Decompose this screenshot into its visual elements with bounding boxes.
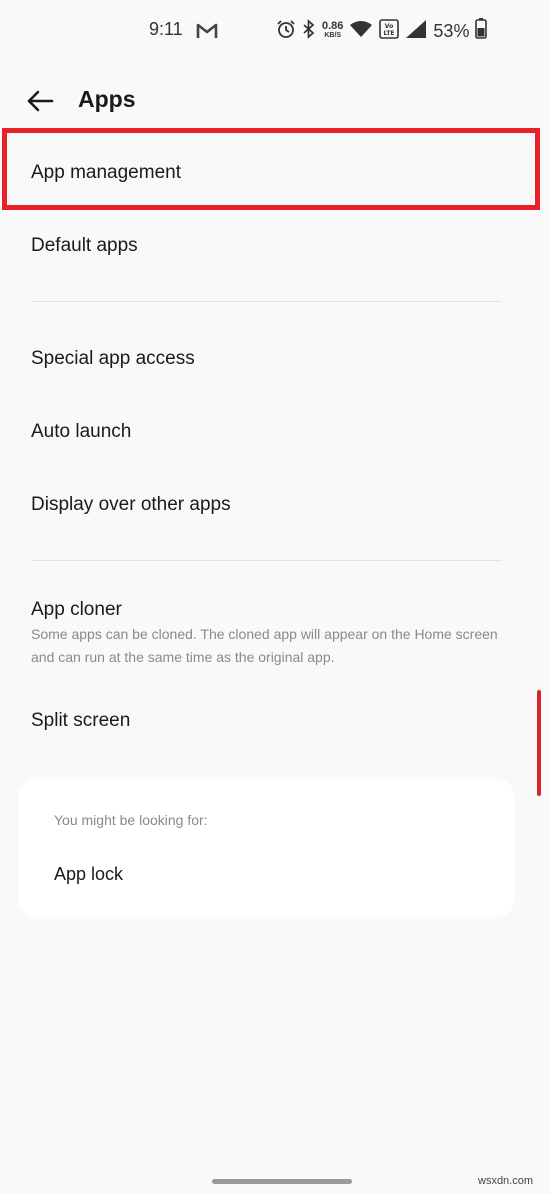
- status-bar: 9:11 0.86 KB/S Vo LTE 53%: [0, 0, 550, 62]
- home-indicator[interactable]: [212, 1179, 352, 1184]
- split-screen-item[interactable]: Split screen: [31, 710, 130, 732]
- network-speed-unit: KB/S: [324, 32, 342, 39]
- battery-icon: [475, 18, 488, 44]
- special-app-access-item[interactable]: Special app access: [31, 348, 195, 370]
- suggestion-app-lock[interactable]: App lock: [54, 864, 123, 885]
- back-button[interactable]: [22, 83, 58, 119]
- display-over-other-apps-item[interactable]: Display over other apps: [31, 494, 231, 516]
- watermark: wsxdn.com: [478, 1175, 534, 1187]
- alarm-icon: [276, 19, 296, 44]
- svg-text:LTE: LTE: [384, 30, 395, 37]
- volte-icon: Vo LTE: [379, 18, 400, 44]
- app-bar: Apps: [0, 75, 550, 127]
- default-apps-item[interactable]: Default apps: [31, 235, 138, 257]
- app-management-item[interactable]: App management: [31, 162, 181, 184]
- divider: [31, 301, 502, 302]
- bluetooth-icon: [302, 18, 316, 44]
- network-speed: 0.86 KB/S: [322, 20, 344, 40]
- wifi-icon: [349, 20, 373, 43]
- network-speed-value: 0.86: [322, 20, 344, 32]
- app-cloner-description: Some apps can be cloned. The cloned app …: [31, 626, 498, 665]
- svg-text:Vo: Vo: [385, 23, 393, 30]
- status-time: 9:11: [149, 19, 183, 39]
- scrollbar[interactable]: [537, 690, 541, 796]
- back-arrow-icon: [27, 90, 54, 112]
- divider: [31, 560, 502, 561]
- gmail-icon: [196, 22, 218, 44]
- signal-icon: [405, 19, 427, 44]
- suggestion-label: You might be looking for:: [54, 812, 208, 828]
- app-cloner-item[interactable]: App cloner: [31, 599, 122, 621]
- page-title: Apps: [78, 86, 136, 112]
- suggestion-card: You might be looking for: App lock: [19, 779, 515, 917]
- status-icons: 0.86 KB/S Vo LTE 53%: [276, 18, 488, 44]
- auto-launch-item[interactable]: Auto launch: [31, 421, 131, 443]
- battery-percent: 53%: [433, 20, 470, 41]
